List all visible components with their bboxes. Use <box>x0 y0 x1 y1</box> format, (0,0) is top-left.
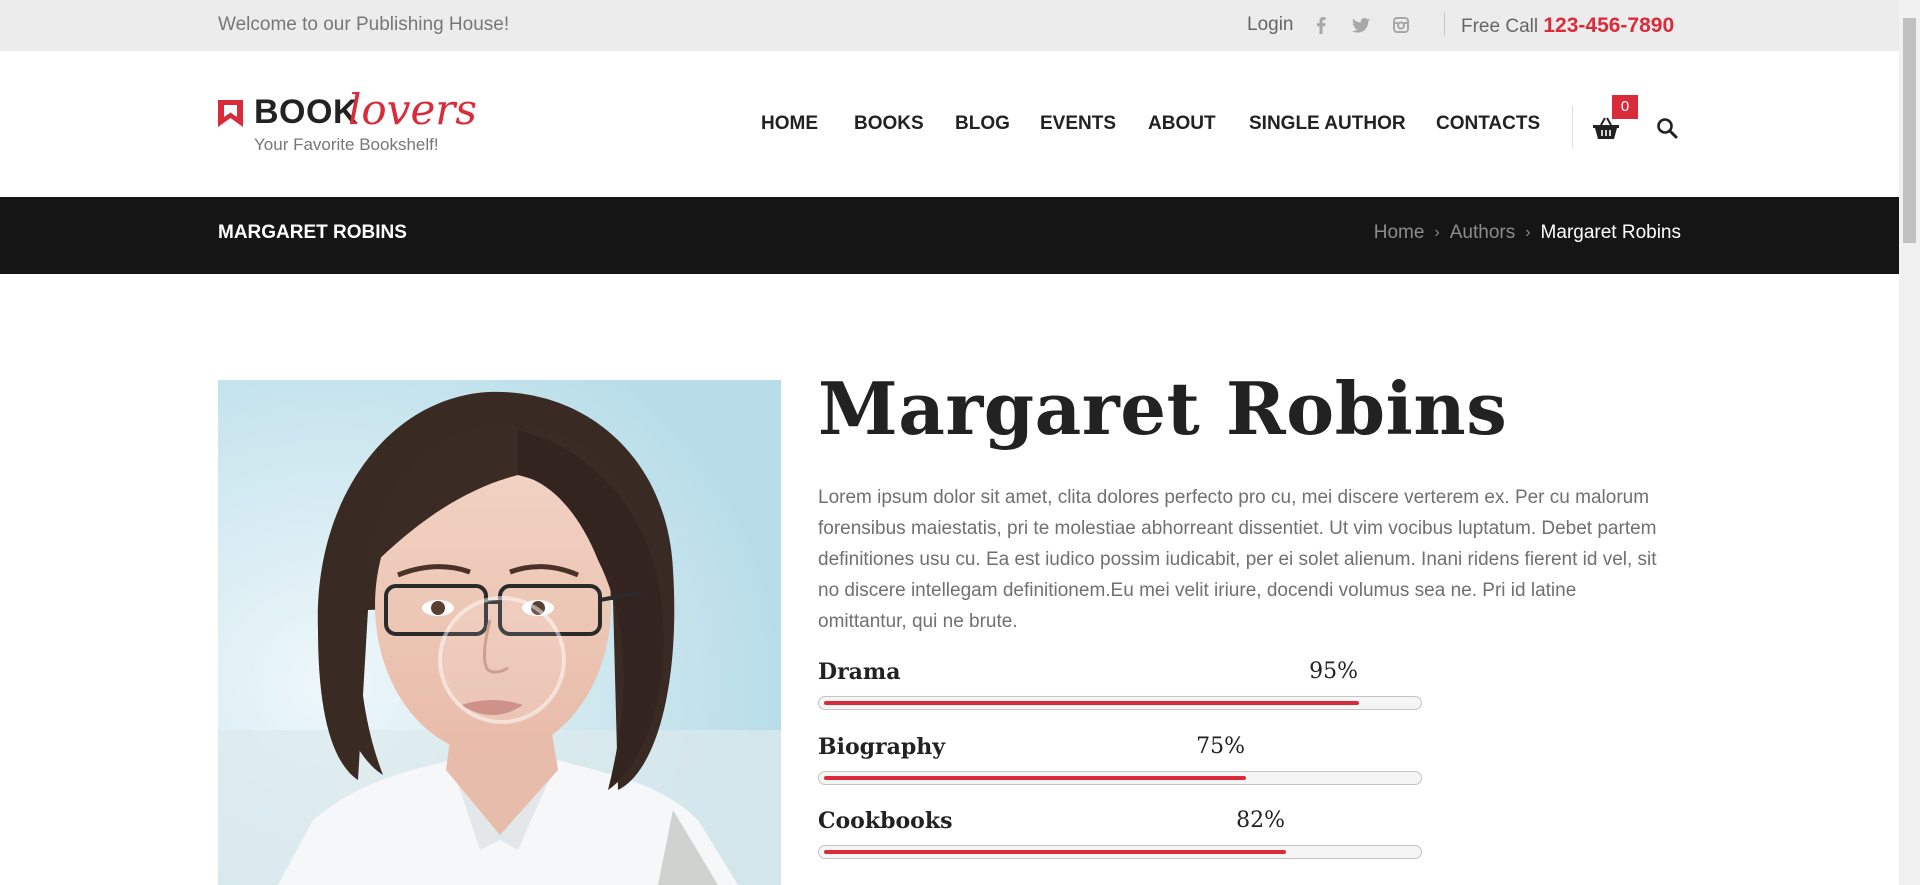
chevron-right-icon: › <box>1525 224 1531 241</box>
skill-progress-fill <box>824 850 1286 854</box>
skill-progress-fill <box>824 776 1246 780</box>
nav-about[interactable]: ABOUT <box>1148 113 1216 143</box>
skill-progress-track <box>818 696 1422 710</box>
page-scrollbar[interactable] <box>1899 0 1920 885</box>
breadcrumb: Home › Authors › Margaret Robins <box>1374 222 1681 244</box>
phone-link[interactable]: 123-456-7890 <box>1543 14 1674 37</box>
login-link[interactable]: Login <box>1247 14 1294 36</box>
nav-home[interactable]: HOME <box>761 113 818 143</box>
breadcrumb-home[interactable]: Home <box>1374 222 1425 244</box>
breadcrumb-current: Margaret Robins <box>1540 222 1681 243</box>
skill-progress-fill <box>824 701 1359 705</box>
nav-books[interactable]: BOOKS <box>854 113 924 143</box>
skill-percent: 82% <box>1236 808 1285 833</box>
skill-progress-track <box>818 771 1422 785</box>
author-name: Margaret Robins <box>818 366 1508 451</box>
nav-events[interactable]: EVENTS <box>1040 113 1116 143</box>
logo-tagline: Your Favorite Bookshelf! <box>254 135 439 154</box>
welcome-text: Welcome to our Publishing House! <box>218 14 510 35</box>
twitter-icon[interactable] <box>1351 15 1371 35</box>
author-portrait-image <box>218 380 781 885</box>
nav-divider <box>1572 106 1573 148</box>
skill-name: Biography <box>818 734 946 760</box>
skill-name: Cookbooks <box>818 808 953 834</box>
facebook-icon[interactable] <box>1311 15 1331 35</box>
nav-blog[interactable]: BLOG <box>955 113 1010 143</box>
page-title: MARGARET ROBINS <box>218 222 407 243</box>
author-bio: Lorem ipsum dolor sit amet, clita dolore… <box>818 487 1657 632</box>
skill-name: Drama <box>818 659 901 685</box>
page-title-bar: MARGARET ROBINS Home › Authors › Margare… <box>0 197 1899 274</box>
instagram-icon[interactable] <box>1391 15 1411 35</box>
topbar-divider <box>1444 12 1445 36</box>
skill-progress-track <box>818 845 1422 859</box>
top-bar: Welcome to our Publishing House! Login F… <box>0 0 1899 51</box>
site-header: BOOK lovers Your Favorite Bookshelf! HOM… <box>0 51 1899 197</box>
skill-percent: 95% <box>1309 659 1358 684</box>
nav-contacts[interactable]: CONTACTS <box>1436 113 1540 143</box>
nav-single-author[interactable]: SINGLE AUTHOR <box>1249 113 1406 143</box>
skill-percent: 75% <box>1196 734 1245 759</box>
cart-count-badge: 0 <box>1612 95 1638 119</box>
author-photo[interactable] <box>218 380 781 885</box>
search-icon[interactable] <box>1656 117 1678 139</box>
logo-lovers-text: lovers <box>348 85 477 134</box>
chevron-right-icon: › <box>1434 224 1440 241</box>
free-call-label: Free Call <box>1461 16 1539 37</box>
breadcrumb-authors[interactable]: Authors <box>1450 222 1515 244</box>
free-call: Free Call 123-456-7890 <box>1461 14 1674 38</box>
logo-book-text: BOOK <box>254 93 358 131</box>
scrollbar-thumb[interactable] <box>1903 18 1916 243</box>
bookmark-logo-icon <box>218 100 243 127</box>
